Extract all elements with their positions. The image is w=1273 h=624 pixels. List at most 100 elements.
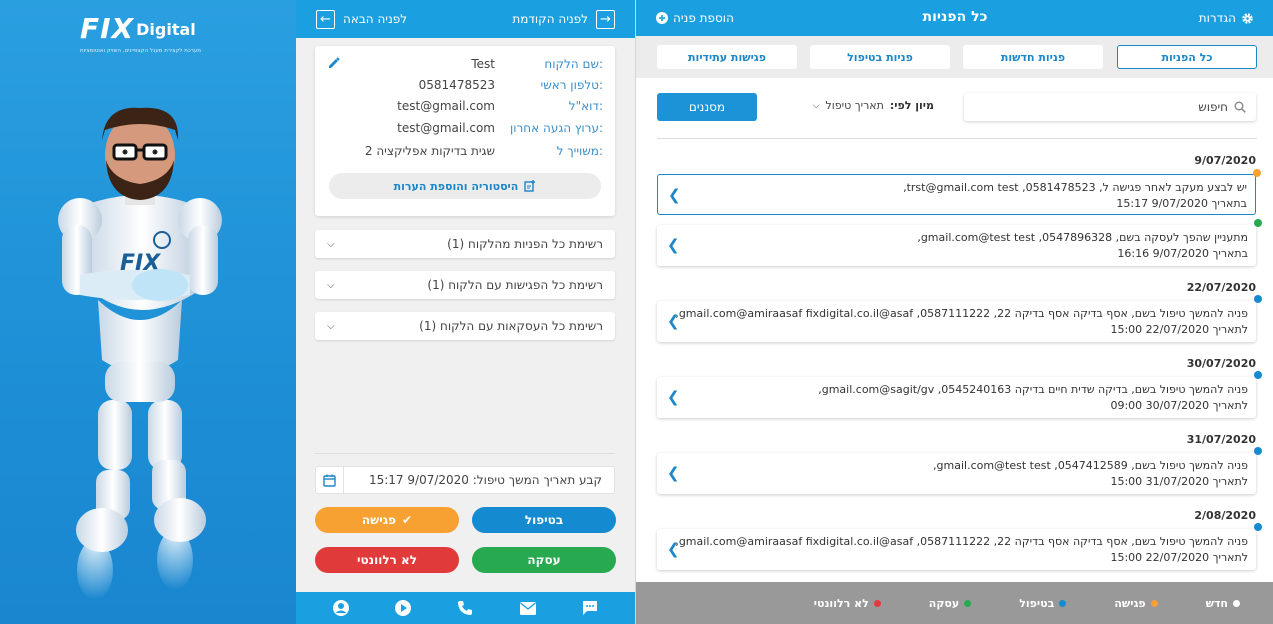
accordion-client-leads[interactable]: רשימת כל הפניות מהלקוח (1) ⌵ [315,230,615,258]
chat-icon[interactable] [577,595,603,621]
phone-icon[interactable] [452,595,478,621]
lead-summary: פניה להמשך טיפול בשם, בדיקה שדית חיים בד… [818,383,1248,396]
field-label: טלפון ראשי: [540,78,603,92]
chevron-left-icon: ❮ [667,388,680,406]
field-email: דוא"ל: test@gmail.com [333,99,603,115]
field-label: שם הלקוח: [544,57,603,71]
field-label: דוא"ל: [568,99,603,113]
field-value: test@gmail.com [397,121,495,135]
lead-item[interactable]: יש לבצע מעקב לאחר פגישה ל, 0581478523, t… [657,169,1261,215]
lead-summary: יש לבצע מעקב לאחר פגישה ל, 0581478523, t… [903,181,1247,194]
status-dot [1150,599,1158,607]
followup-date-text: קבע תאריך המשך טיפול: 9/07/2020 15:17 [368,473,602,487]
status-dot [964,599,972,607]
divider [657,138,1257,139]
date-group-header: 2/08/2020 [1194,509,1256,522]
check-icon: ✔ [402,513,413,527]
brand-logo: FIX Digital מערכת לקצירת מעגל הקצפיינים, … [80,12,220,55]
settings-button[interactable]: הגדרות [1199,11,1254,25]
status-dot [1254,447,1262,455]
sort-label: מיון לפי: [889,99,934,112]
note-add-icon [524,180,536,192]
sort-dropdown[interactable]: מיון לפי: תאריך טיפול ⌵ [774,99,934,112]
lead-item[interactable]: פניה להמשך טיפול בשם, אסף בדיקה אסף בדיק… [657,523,1262,570]
play-icon[interactable] [390,595,416,621]
date-group-header: 31/07/2020 [1186,433,1256,446]
tab-future-meetings[interactable]: פגישות עתידיות [657,45,797,69]
field-value: 0581478523 [418,78,495,92]
lead-date: לתאריך 30/07/2020 09:00 [1110,399,1248,412]
logo-mark: FIX [80,12,135,45]
field-assigned-to: משוייך ל: שגית בדיקות אפליקציה 2 [333,144,603,160]
prev-lead-button[interactable]: לפניה הקודמת → [512,9,615,29]
chevron-down-icon: ⌵ [327,238,335,250]
field-value: test@gmail.com [397,99,495,113]
accordion-title: רשימת כל העסקאות עם הלקוח (1) [419,319,603,333]
brand-panel: FIX Digital מערכת לקצירת מעגל הקצפיינים, … [0,0,296,624]
date-group-header: 30/07/2020 [1186,357,1256,370]
calendar-icon[interactable] [316,467,344,493]
history-and-notes-button[interactable]: היסטוריה והוספת הערות [329,173,601,199]
arrow-left-icon: ← [316,9,335,29]
chevron-left-icon: ❮ [667,464,680,482]
field-value: Test [471,57,495,71]
lead-tabs: כל הפניות פניות חדשות פניות בטיפול פגישו… [636,36,1273,78]
divider [315,453,615,454]
leads-header: הוספת פניה כל הפניות הגדרות [636,0,1273,36]
status-dot [1059,599,1067,607]
tab-in-treatment[interactable]: פניות בטיפול [810,45,950,69]
lead-summary: פניה להמשך טיפול בשם, אסף בדיקה אסף בדיק… [675,535,1248,548]
user-circle-icon[interactable] [328,595,354,621]
field-value: שגית בדיקות אפליקציה 2 [364,144,495,158]
lead-date: בתאריך 9/07/2020 16:16 [1117,247,1248,260]
lead-item[interactable]: פניה להמשך טיפול בשם, אסף בדיקה אסף בדיק… [657,295,1262,342]
lead-date: לתאריך 31/07/2020 15:00 [1110,475,1248,488]
legend-deal[interactable]: עסקה [929,597,972,610]
field-client-name: שם הלקוח: Test [333,57,603,73]
filters-button[interactable]: מסננים [657,93,757,121]
chevron-down-icon: ⌵ [327,279,335,291]
field-main-phone: טלפון ראשי: 0581478523 [333,78,603,94]
lead-date: לתאריך 22/07/2020 15:00 [1110,551,1248,564]
client-nav-bar: ← לפניה הבאה לפניה הקודמת → [296,0,635,38]
accordion-client-meetings[interactable]: רשימת כל הפגישות עם הלקוח (1) ⌵ [315,271,615,299]
irrelevant-button[interactable]: לא רלוונטי [315,547,459,573]
mail-icon[interactable] [515,595,541,621]
followup-date-picker[interactable]: קבע תאריך המשך טיפול: 9/07/2020 15:17 [315,466,615,494]
lead-item[interactable]: פניה להמשך טיפול בשם, 0547412589, gmail.… [657,447,1262,494]
robot-mascot-illustration: FIX [58,107,222,600]
deal-button[interactable]: עסקה [472,547,616,573]
date-group-header: 9/07/2020 [1194,154,1256,167]
lead-item[interactable]: פניה להמשך טיפול בשם, בדיקה שדית חיים בד… [657,371,1262,418]
tab-all-leads[interactable]: כל הפניות [1117,45,1257,69]
legend-irrelevant[interactable]: לא רלוונטי [814,597,881,610]
treatment-label: בטיפול [524,513,564,527]
status-dot [1254,523,1262,531]
status-dot [1253,169,1261,177]
legend-treatment[interactable]: בטיפול [1019,597,1067,610]
irrelevant-label: לא רלוונטי [356,553,418,567]
next-lead-label: לפניה הבאה [343,12,408,26]
status-dot [1254,371,1262,379]
accordion-client-deals[interactable]: רשימת כל העסקאות עם הלקוח (1) ⌵ [315,312,615,340]
meeting-label: פגישה [361,513,397,527]
legend-new[interactable]: חדש [1206,597,1240,610]
status-dot [1254,295,1262,303]
history-label: היסטוריה והוספת הערות [393,179,519,193]
legend-meeting[interactable]: פגישה [1114,597,1158,610]
logo-tagline: מערכת לקצירת מעגל הקצפיינים, השויק ואוטו… [80,48,202,54]
gear-icon [1242,12,1253,24]
field-label: ערוץ הגעה אחרון: [509,121,603,135]
search-input[interactable] [998,100,1228,114]
status-legend: לא רלוונטי עסקה בטיפול פגישה חדש [636,582,1273,624]
search-box [964,93,1256,121]
tab-new-leads[interactable]: פניות חדשות [963,45,1103,69]
chevron-left-icon: ❮ [667,236,680,254]
sort-value: תאריך טיפול [825,99,884,112]
field-last-channel: ערוץ הגעה אחרון: test@gmail.com [333,121,603,137]
page-title: כל הפניות [922,9,988,25]
next-lead-button[interactable]: ← לפניה הבאה [316,9,408,29]
treatment-button[interactable]: בטיפול [472,507,616,533]
lead-item[interactable]: מתעניין שהפך לעסקה בשם, 0547896328, gmai… [657,219,1262,266]
meeting-button[interactable]: פגישה ✔ [315,507,459,533]
